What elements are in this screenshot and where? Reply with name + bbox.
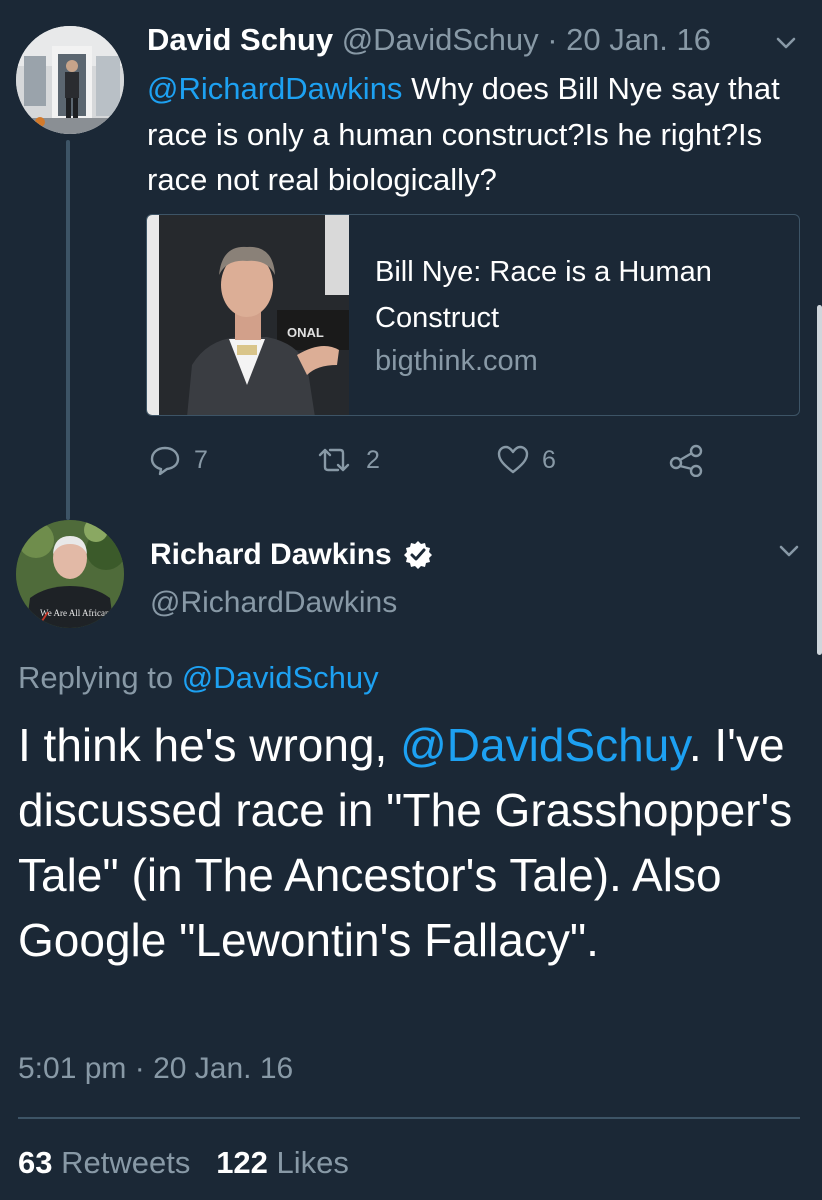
heart-icon — [497, 445, 529, 474]
tweet-date[interactable]: 20 Jan. 16 — [566, 22, 711, 57]
tweet2-text-start: I think he's wrong, — [18, 719, 388, 771]
reply-count: 7 — [194, 445, 208, 474]
mention-link[interactable]: @RichardDawkins — [147, 71, 402, 106]
retweets-count: 63 — [18, 1145, 53, 1180]
verified-badge-icon — [403, 541, 432, 569]
like-button[interactable]: 6 — [496, 440, 556, 480]
likes-stat[interactable]: 122 Likes — [216, 1145, 349, 1180]
divider — [18, 1117, 800, 1119]
likes-count: 122 — [216, 1145, 268, 1180]
link-preview-card[interactable]: ONAL Bill Nye: Race is a Human Construct… — [146, 214, 800, 416]
mention-link[interactable]: @DavidSchuy — [400, 719, 689, 771]
engagement-stats: 63 Retweets 122 Likes — [18, 1145, 349, 1181]
reply-icon — [150, 446, 180, 476]
tweet-date: 20 Jan. 16 — [153, 1052, 294, 1085]
like-count: 6 — [542, 445, 556, 474]
share-button[interactable] — [668, 440, 704, 480]
retweet-icon — [318, 448, 350, 472]
reply-button[interactable]: 7 — [148, 440, 208, 480]
retweet-button[interactable]: 2 — [314, 440, 380, 480]
card-thumbnail: ONAL — [147, 215, 349, 415]
retweets-label: Retweets — [61, 1145, 191, 1180]
replying-to-link[interactable]: @DavidSchuy — [182, 660, 379, 695]
author-handle[interactable]: @RichardDawkins — [150, 586, 397, 620]
tweet1-header: David Schuy @DavidSchuy · 20 Jan. 16 — [147, 22, 711, 58]
chevron-down-icon[interactable] — [776, 538, 802, 564]
scrollbar-thumb[interactable] — [817, 305, 822, 655]
card-domain: bigthink.com — [375, 345, 538, 377]
thread-connector-line — [66, 140, 70, 520]
card-thumbnail-text: ONAL — [287, 325, 324, 340]
retweets-stat[interactable]: 63 Retweets — [18, 1145, 190, 1180]
author-name[interactable]: David Schuy — [147, 22, 333, 57]
tweet-time: 5:01 pm — [18, 1052, 127, 1085]
retweet-count: 2 — [366, 445, 380, 474]
likes-label: Likes — [276, 1145, 349, 1180]
tweet2-body: I think he's wrong, @DavidSchuy. I've di… — [18, 713, 808, 973]
share-icon — [669, 444, 703, 477]
tweet2-author[interactable]: Richard Dawkins — [150, 538, 434, 572]
avatar-shirt-text: We Are All Africans — [40, 608, 114, 618]
avatar-richard-dawkins[interactable]: We Are All Africans — [16, 520, 124, 628]
avatar-david-schuy[interactable] — [16, 26, 124, 134]
author-handle[interactable]: @DavidSchuy — [342, 22, 539, 57]
author-name[interactable]: Richard Dawkins — [150, 538, 392, 572]
separator-dot: · — [134, 1052, 145, 1085]
card-title: Bill Nye: Race is a Human Construct — [375, 256, 712, 334]
replying-to: Replying to @DavidSchuy — [18, 660, 379, 696]
separator-dot: · — [547, 22, 558, 57]
tweet1-body: @RichardDawkins Why does Bill Nye say th… — [147, 66, 807, 203]
replying-prefix: Replying to — [18, 660, 174, 695]
chevron-down-icon[interactable] — [773, 30, 799, 56]
tweet-timestamp[interactable]: 5:01 pm · 20 Jan. 16 — [18, 1052, 293, 1086]
